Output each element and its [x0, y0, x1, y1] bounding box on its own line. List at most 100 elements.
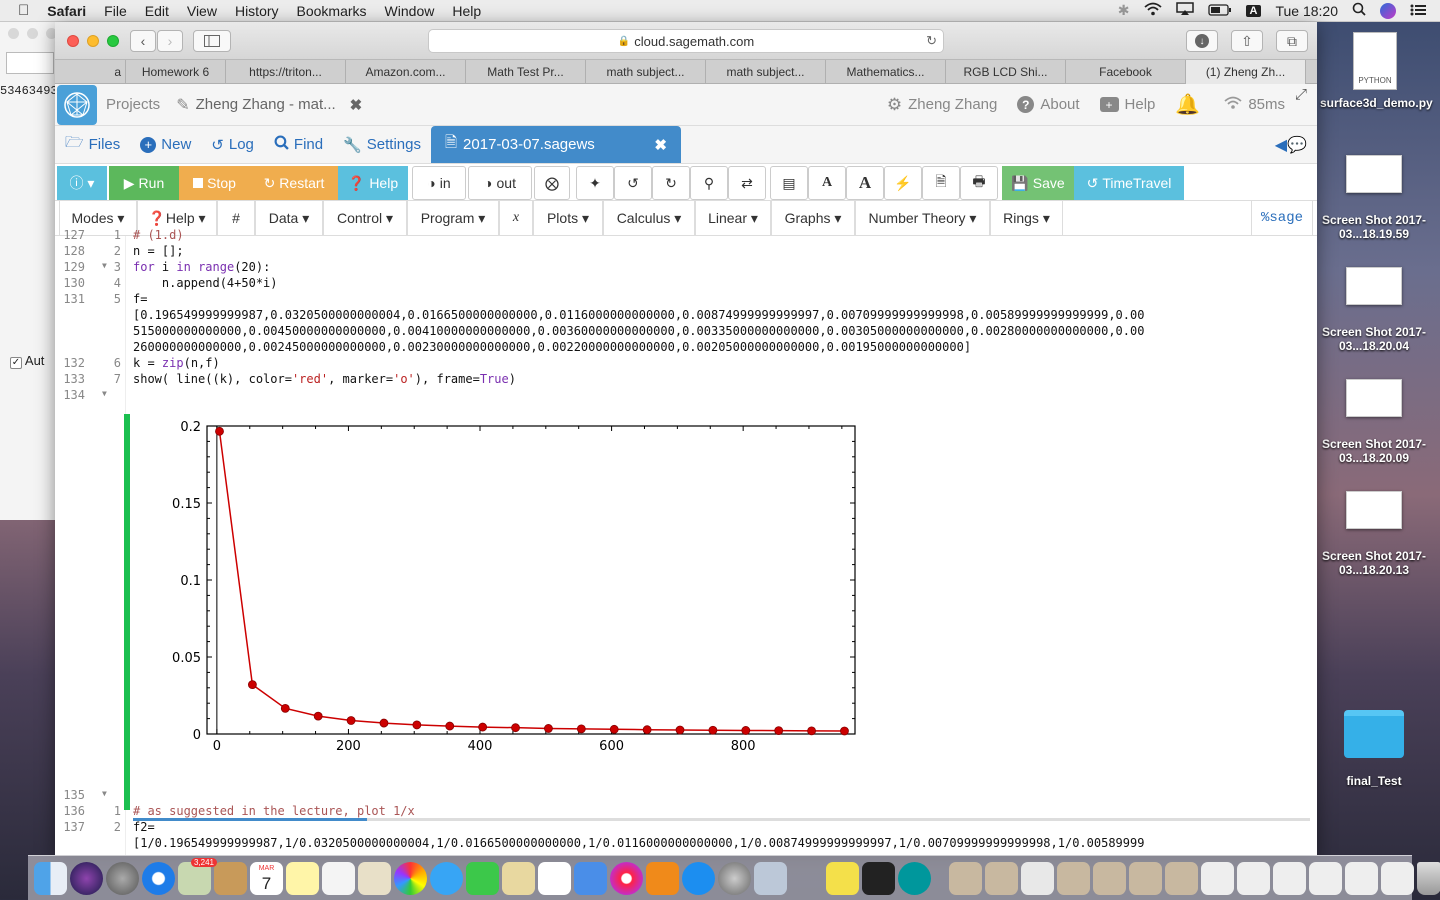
contacts-icon[interactable]: [214, 861, 247, 895]
menu-app-safari[interactable]: Safari: [38, 3, 95, 19]
notes-icon[interactable]: [286, 861, 319, 895]
dock-file-icon[interactable]: [1057, 861, 1090, 895]
minimize-window-button[interactable]: [87, 35, 99, 47]
image-capture-icon[interactable]: [754, 861, 787, 895]
project-title[interactable]: Zheng Zhang - mat...: [196, 96, 336, 113]
code-line[interactable]: f2=: [133, 820, 155, 834]
desktop-icon-folder[interactable]: final_Test: [1319, 710, 1429, 788]
fold-arrow-icon[interactable]: ▼: [102, 261, 107, 270]
pen-icon[interactable]: [790, 862, 823, 895]
projects-link[interactable]: Projects: [106, 96, 160, 113]
code-line[interactable]: [1/0.196549999999987,1/0.032050000000000…: [133, 836, 1144, 850]
run-button[interactable]: ▶ Run: [109, 166, 179, 200]
notification-bell-icon[interactable]: 🔔: [1175, 92, 1200, 117]
files-tab[interactable]: 🗁 Files: [55, 126, 130, 163]
launchpad-icon[interactable]: [106, 861, 139, 895]
menu-bookmarks[interactable]: Bookmarks: [288, 3, 376, 19]
dock-file-icon[interactable]: [985, 861, 1018, 895]
system-preferences-icon[interactable]: [718, 861, 751, 895]
menu-help[interactable]: Help: [443, 3, 490, 19]
menu-history[interactable]: History: [226, 3, 288, 19]
safari-icon[interactable]: [142, 861, 175, 895]
dock-file-icon[interactable]: [1165, 861, 1198, 895]
matlab-icon[interactable]: [826, 861, 859, 895]
browser-tab[interactable]: Math Test Pr...: [466, 60, 586, 84]
arduino-icon[interactable]: [898, 861, 931, 895]
font-decrease-button[interactable]: A: [808, 166, 846, 200]
code-line[interactable]: n.append(4+50*i): [133, 276, 278, 290]
help-button[interactable]: ❓ Help: [338, 166, 408, 200]
dock-file-icon[interactable]: [1345, 861, 1378, 895]
new-tab[interactable]: + New: [130, 126, 201, 163]
menu-window[interactable]: Window: [376, 3, 444, 19]
sync-button[interactable]: ⚡: [884, 166, 922, 200]
window-close-button-inactive[interactable]: [8, 28, 19, 39]
wifi-icon[interactable]: [1143, 2, 1162, 19]
close-file-icon[interactable]: ✖: [654, 136, 667, 154]
numbers-icon[interactable]: [538, 861, 571, 895]
dock-file-icon[interactable]: [1381, 861, 1414, 895]
downloads-button[interactable]: ↓: [1186, 30, 1218, 52]
program-menu[interactable]: Program ▾: [407, 201, 499, 235]
restart-button[interactable]: ↻ Restart: [250, 166, 338, 200]
reminders-icon[interactable]: [322, 861, 355, 895]
share-button[interactable]: ⇧: [1231, 30, 1263, 52]
battery-icon[interactable]: [1207, 3, 1232, 19]
comment-button[interactable]: #: [217, 201, 255, 235]
browser-tab-active[interactable]: (1) Zheng Zh...: [1186, 60, 1306, 84]
airplay-icon[interactable]: [1175, 2, 1194, 19]
browser-tab[interactable]: https://triton...: [226, 60, 346, 84]
rings-menu[interactable]: Rings ▾: [990, 201, 1063, 235]
settings-tab[interactable]: 🔧 Settings: [333, 126, 431, 163]
open-file-tab[interactable]: 🗎 2017-03-07.sagews ✖: [430, 126, 681, 163]
find-tab[interactable]: Find: [264, 126, 333, 163]
undo-button[interactable]: ↺: [614, 166, 652, 200]
menu-view[interactable]: View: [178, 3, 226, 19]
desktop-icon-screenshot-2[interactable]: Screen Shot 2017-03...18.20.04: [1319, 267, 1429, 353]
input-source-icon[interactable]: A: [1245, 4, 1262, 17]
keynote-icon[interactable]: [574, 861, 607, 895]
code-line[interactable]: k = zip(n,f): [133, 356, 220, 370]
forward-button[interactable]: ›: [157, 30, 183, 52]
chat-toggle-icon[interactable]: ◀💬: [1275, 135, 1307, 155]
math-button[interactable]: x: [499, 201, 533, 235]
browser-tab[interactable]: Amazon.com...: [346, 60, 466, 84]
log-tab[interactable]: ↺ Log: [201, 126, 264, 163]
control-menu[interactable]: Control ▾: [323, 201, 407, 235]
format-button[interactable]: ✦: [576, 166, 614, 200]
replace-button[interactable]: ⇄: [728, 166, 766, 200]
facetime-icon[interactable]: [466, 861, 499, 895]
code-line[interactable]: show( line((k), color='red', marker='o')…: [133, 372, 516, 386]
itunes-icon[interactable]: [610, 861, 643, 895]
bluetooth-icon[interactable]: ✱: [1118, 2, 1130, 19]
clock[interactable]: Tue 18:20: [1275, 3, 1338, 19]
mode-selector[interactable]: %sage: [1251, 201, 1313, 235]
help-link[interactable]: Help: [1125, 96, 1156, 113]
address-bar[interactable]: 🔒 cloud.sagemath.com ↻: [428, 29, 944, 53]
info-dropdown-button[interactable]: ⓘ ▾: [57, 166, 107, 200]
toggle-input-button[interactable]: ◑ in: [412, 166, 466, 200]
toggle-output-button[interactable]: ◑ out: [468, 166, 532, 200]
trash-icon[interactable]: [1417, 861, 1440, 895]
window-minimize-button-inactive[interactable]: [27, 28, 38, 39]
browser-tab[interactable]: RGB LCD Shi...: [946, 60, 1066, 84]
browser-tab[interactable]: math subject...: [706, 60, 826, 84]
code-line[interactable]: # as suggested in the lecture, plot 1/x: [133, 804, 415, 818]
dock-file-icon[interactable]: [1273, 861, 1306, 895]
ibooks-icon[interactable]: [646, 861, 679, 895]
browser-tab[interactable]: Homework 6: [126, 60, 226, 84]
siri-icon[interactable]: [70, 861, 103, 895]
dock-file-icon[interactable]: [1129, 861, 1162, 895]
sage-logo-icon[interactable]: [57, 84, 97, 125]
mail-stamp-icon[interactable]: 3,241: [178, 857, 217, 895]
dock-file-icon[interactable]: [949, 861, 982, 895]
fullscreen-icon[interactable]: ⤢: [1295, 86, 1307, 103]
close-window-button[interactable]: [67, 35, 79, 47]
tabs-overview-button[interactable]: ⧉: [1276, 30, 1308, 52]
desktop-icon-python-file[interactable]: PYTHON surface3d_demo.py: [1320, 32, 1433, 110]
spotlight-icon[interactable]: [1352, 2, 1366, 19]
split-view-button[interactable]: ▤: [770, 166, 808, 200]
pdf-button[interactable]: 🗎: [922, 166, 960, 200]
notification-center-icon[interactable]: [1410, 3, 1426, 19]
code-line[interactable]: [0.196549999999987,0.0320500000000004,0.…: [133, 308, 1144, 322]
